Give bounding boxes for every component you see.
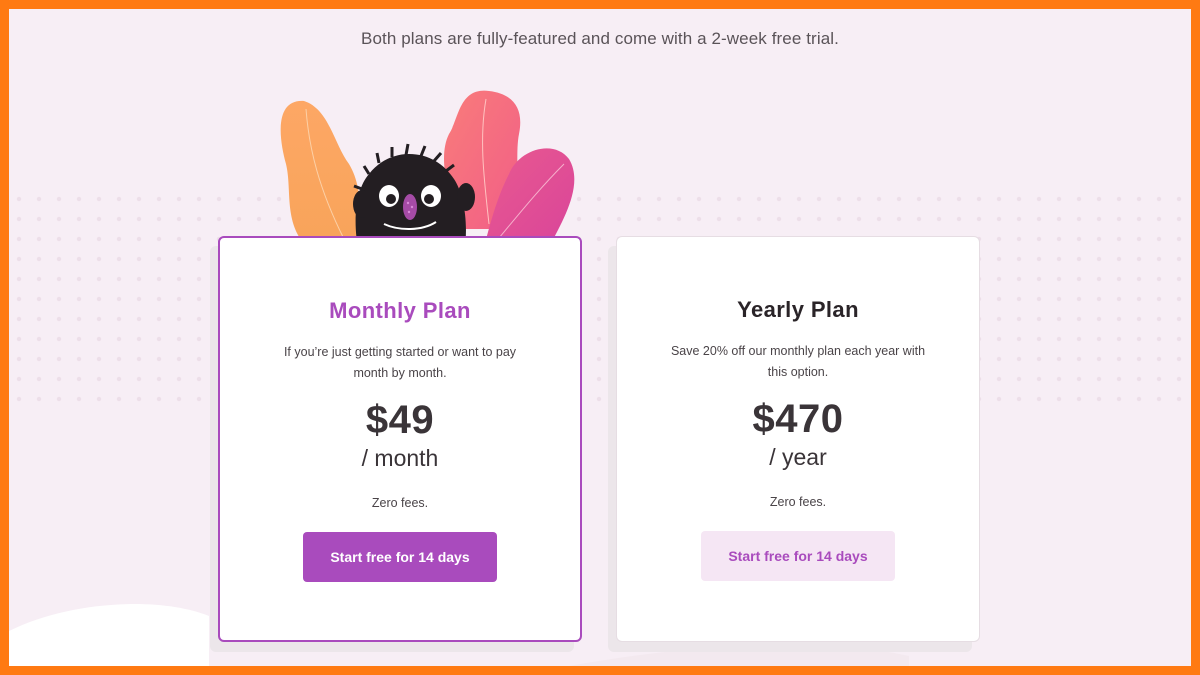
plan-period: / year [769, 444, 827, 470]
monster-illustration [280, 90, 575, 254]
dot-pattern-background [9, 189, 1191, 404]
start-trial-button[interactable]: Start free for 14 days [303, 532, 497, 582]
page-frame: Both plans are fully-featured and come w… [9, 9, 1191, 666]
plan-fees: Zero fees. [371, 496, 429, 510]
plan-description: Save 20% off our monthly plan each year … [670, 344, 926, 379]
wave-background [9, 604, 909, 666]
yearly-plan-card: Yearly Plan Save 20% off our monthly pla… [616, 236, 980, 642]
plan-fees: Zero fees. [769, 495, 827, 509]
plan-title: Yearly Plan [737, 297, 859, 322]
start-trial-button[interactable]: Start free for 14 days [701, 531, 895, 581]
plan-title: Monthly Plan [329, 298, 471, 323]
monthly-plan-card: Monthly Plan If you’re just getting star… [218, 236, 582, 642]
plan-price: $470 [752, 397, 844, 441]
plan-period: / month [361, 445, 439, 471]
plan-price: $49 [365, 398, 435, 442]
plan-description: If you’re just getting started or want t… [283, 345, 517, 380]
pricing-subtitle: Both plans are fully-featured and come w… [361, 29, 839, 48]
